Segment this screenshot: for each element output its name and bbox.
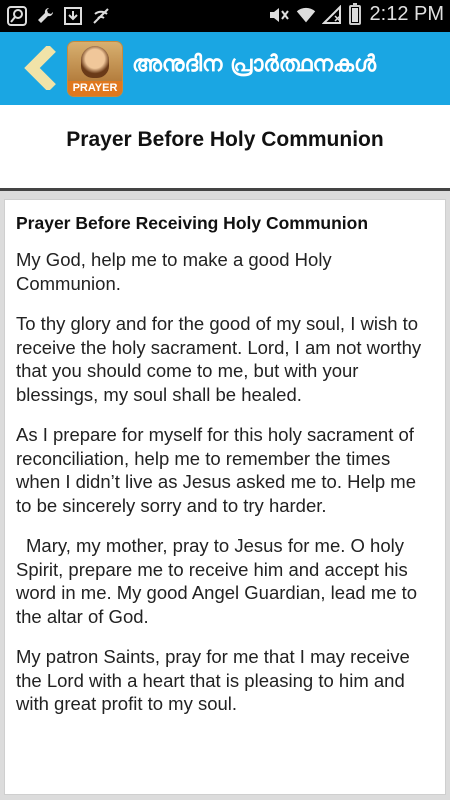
back-chevron-icon[interactable] (22, 44, 62, 92)
prayer-heading: Prayer Before Receiving Holy Communion (16, 213, 369, 233)
download-icon (62, 5, 84, 27)
status-bar: 2:12 PM (0, 0, 450, 32)
prayer-paragraph: To thy glory and for the good of my soul… (16, 313, 422, 405)
app-logo[interactable]: PRAYER (68, 42, 122, 96)
jesus-image-icon (81, 46, 109, 78)
prayer-paragraph: My patron Saints, pray for me that I may… (16, 646, 410, 714)
battery-icon (348, 2, 361, 25)
app-title: അനുദിന പ്രാർത്ഥനകൾ (132, 52, 377, 77)
page-title: Prayer Before Holy Communion (66, 128, 384, 151)
notification-icons (6, 5, 112, 27)
logo-label: PRAYER (68, 81, 122, 96)
status-time: 2:12 PM (369, 3, 444, 25)
prayer-paragraph: As I prepare for myself for this holy sa… (16, 424, 416, 516)
wrench-icon (34, 5, 56, 27)
wifi-icon (295, 4, 317, 26)
system-icons: 2:12 PM (268, 2, 444, 26)
mute-icon (268, 4, 290, 26)
prayer-paragraph: Mary, my mother, pray to Jesus for me. O… (16, 535, 418, 627)
search-icon (6, 5, 28, 27)
app-bar: PRAYER അനുദിന പ്രാർത്ഥനകൾ (0, 32, 450, 105)
signal-off-icon (90, 5, 112, 27)
no-signal-icon (321, 4, 344, 26)
prayer-paragraph: My God, help me to make a good Holy Comm… (16, 249, 332, 294)
page-header: Prayer Before Holy Communion (0, 105, 450, 191)
prayer-content-card[interactable]: Prayer Before Receiving Holy Communion M… (4, 199, 446, 795)
